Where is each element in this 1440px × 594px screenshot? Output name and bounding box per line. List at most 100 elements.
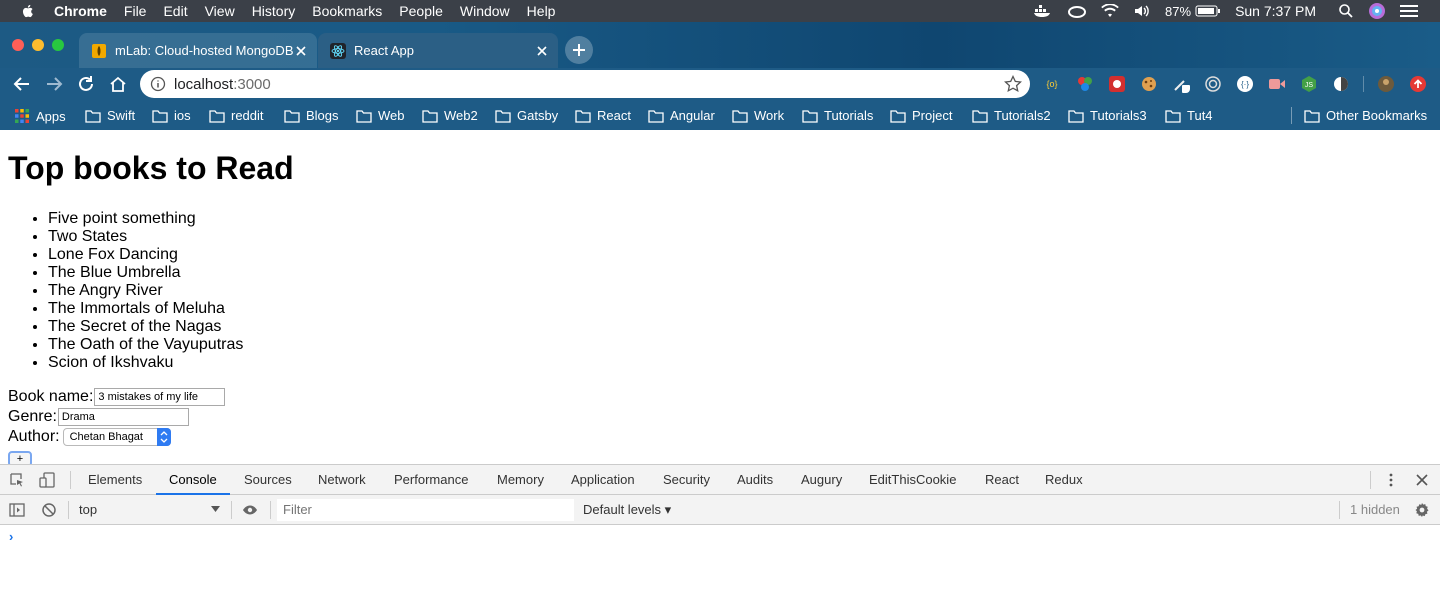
wifi-icon[interactable] xyxy=(1101,4,1119,18)
bookmark-folder[interactable]: React xyxy=(575,108,631,123)
inspect-element-icon[interactable] xyxy=(9,472,25,488)
profile-avatar[interactable] xyxy=(1377,75,1395,93)
tab-sources[interactable]: Sources xyxy=(244,465,292,495)
bookmark-folder[interactable]: reddit xyxy=(209,108,264,123)
author-label: Author: xyxy=(8,428,60,445)
close-tab-icon[interactable] xyxy=(295,45,307,57)
menu-app-name[interactable]: Chrome xyxy=(54,0,107,22)
target-extension-icon[interactable] xyxy=(1204,75,1222,93)
menu-view[interactable]: View xyxy=(205,0,235,22)
bookmark-folder[interactable]: Work xyxy=(732,108,784,123)
bookmark-folder[interactable]: Gatsby xyxy=(495,108,558,123)
siri-icon[interactable] xyxy=(1368,2,1386,20)
bookmarks-divider xyxy=(1291,107,1292,124)
cookie-extension-icon[interactable] xyxy=(1140,75,1158,93)
console-output[interactable]: › xyxy=(0,525,1440,594)
tab-redux[interactable]: Redux xyxy=(1045,465,1083,495)
bookmark-label: Project xyxy=(912,108,953,123)
genre-input[interactable] xyxy=(57,408,189,426)
show-sidebar-icon[interactable] xyxy=(9,502,25,518)
color-picker-extension-icon[interactable] xyxy=(1076,75,1094,93)
menu-help[interactable]: Help xyxy=(527,0,556,22)
spotlight-search-icon[interactable] xyxy=(1338,3,1354,19)
bookmark-other-bookmarks[interactable]: Other Bookmarks xyxy=(1304,108,1427,123)
home-icon[interactable] xyxy=(108,74,128,94)
notification-center-icon[interactable] xyxy=(1400,4,1418,18)
book-name-input[interactable] xyxy=(94,388,226,406)
apple-logo-icon[interactable] xyxy=(20,3,36,19)
bookmark-folder[interactable]: Tutorials3 xyxy=(1068,108,1147,123)
extension-red-icon[interactable] xyxy=(1108,75,1126,93)
json-formatter-extension-icon[interactable]: {·} xyxy=(1236,75,1254,93)
tab-console[interactable]: Console xyxy=(156,465,230,495)
tab-react[interactable]: React xyxy=(985,465,1019,495)
tab-application[interactable]: Application xyxy=(571,465,635,495)
bookmark-folder[interactable]: Project xyxy=(890,108,952,123)
genre-label: Genre: xyxy=(8,408,57,425)
tab-memory[interactable]: Memory xyxy=(497,465,544,495)
bookmark-apps[interactable]: Apps xyxy=(14,108,66,124)
menu-bookmarks[interactable]: Bookmarks xyxy=(312,0,382,22)
json-viewer-extension-icon[interactable]: {o} xyxy=(1043,75,1061,93)
eyedropper-extension-icon[interactable] xyxy=(1172,75,1190,93)
context-selector[interactable]: top xyxy=(79,502,224,517)
creative-cloud-icon[interactable] xyxy=(1067,4,1087,18)
menu-clock[interactable]: Sun 7:37 PM xyxy=(1235,3,1316,19)
tab-mlab[interactable]: mLab: Cloud-hosted MongoDB xyxy=(79,33,317,68)
tab-react-app[interactable]: React App xyxy=(318,33,558,68)
tab-editthiscookie[interactable]: EditThisCookie xyxy=(869,465,956,495)
tab-audits[interactable]: Audits xyxy=(737,465,773,495)
tab-title: React App xyxy=(354,43,414,58)
list-item: Five point something xyxy=(48,210,243,228)
bookmark-label: Tut4 xyxy=(1187,108,1213,123)
window-minimize-button[interactable] xyxy=(32,39,44,51)
clear-console-icon[interactable] xyxy=(41,502,57,518)
site-info-icon[interactable] xyxy=(150,76,166,92)
bookmark-folder[interactable]: Blogs xyxy=(284,108,339,123)
context-value: top xyxy=(79,502,98,517)
live-expression-eye-icon[interactable] xyxy=(242,502,258,518)
tab-security[interactable]: Security xyxy=(663,465,710,495)
tab-elements[interactable]: Elements xyxy=(88,465,142,495)
battery-icon[interactable] xyxy=(1195,5,1221,17)
more-options-icon[interactable] xyxy=(1383,472,1399,488)
log-levels-dropdown[interactable]: Default levels ▾ xyxy=(583,502,671,518)
docker-icon[interactable] xyxy=(1033,4,1053,18)
reload-icon[interactable] xyxy=(76,74,96,94)
new-tab-button[interactable] xyxy=(565,36,593,64)
bookmark-folder[interactable]: Tutorials xyxy=(802,108,873,123)
device-toolbar-icon[interactable] xyxy=(39,472,55,488)
bookmark-folder[interactable]: Tut4 xyxy=(1165,108,1213,123)
update-available-icon[interactable] xyxy=(1409,75,1427,93)
bookmark-folder[interactable]: Angular xyxy=(648,108,715,123)
dark-reader-extension-icon[interactable] xyxy=(1332,75,1350,93)
bookmark-folder[interactable]: Swift xyxy=(85,108,135,123)
nodejs-extension-icon[interactable]: JS xyxy=(1300,75,1318,93)
volume-icon[interactable] xyxy=(1133,4,1151,18)
bookmark-folder[interactable]: Tutorials2 xyxy=(972,108,1051,123)
menu-edit[interactable]: Edit xyxy=(163,0,187,22)
forward-arrow-icon[interactable] xyxy=(44,74,64,94)
bookmark-label: Gatsby xyxy=(517,108,559,123)
author-select[interactable]: Chetan Bhagat xyxy=(62,428,171,446)
menu-history[interactable]: History xyxy=(252,0,296,22)
bookmark-folder[interactable]: Web2 xyxy=(422,108,478,123)
address-bar[interactable]: localhost:3000 xyxy=(140,70,1030,98)
window-close-button[interactable] xyxy=(12,39,24,51)
menu-window[interactable]: Window xyxy=(460,0,510,22)
menu-people[interactable]: People xyxy=(399,0,443,22)
close-tab-icon[interactable] xyxy=(536,45,548,57)
bookmark-star-icon[interactable] xyxy=(1004,75,1022,93)
bookmark-folder[interactable]: Web xyxy=(356,108,405,123)
console-filter-input[interactable] xyxy=(277,499,574,521)
window-zoom-button[interactable] xyxy=(52,39,64,51)
menu-file[interactable]: File xyxy=(124,0,147,22)
tab-network[interactable]: Network xyxy=(318,465,366,495)
close-devtools-icon[interactable] xyxy=(1414,472,1430,488)
console-settings-gear-icon[interactable] xyxy=(1414,502,1430,518)
tab-performance[interactable]: Performance xyxy=(394,465,468,495)
video-extension-icon[interactable] xyxy=(1268,75,1286,93)
bookmark-folder[interactable]: ios xyxy=(152,108,191,123)
back-arrow-icon[interactable] xyxy=(12,74,32,94)
tab-augury[interactable]: Augury xyxy=(801,465,842,495)
